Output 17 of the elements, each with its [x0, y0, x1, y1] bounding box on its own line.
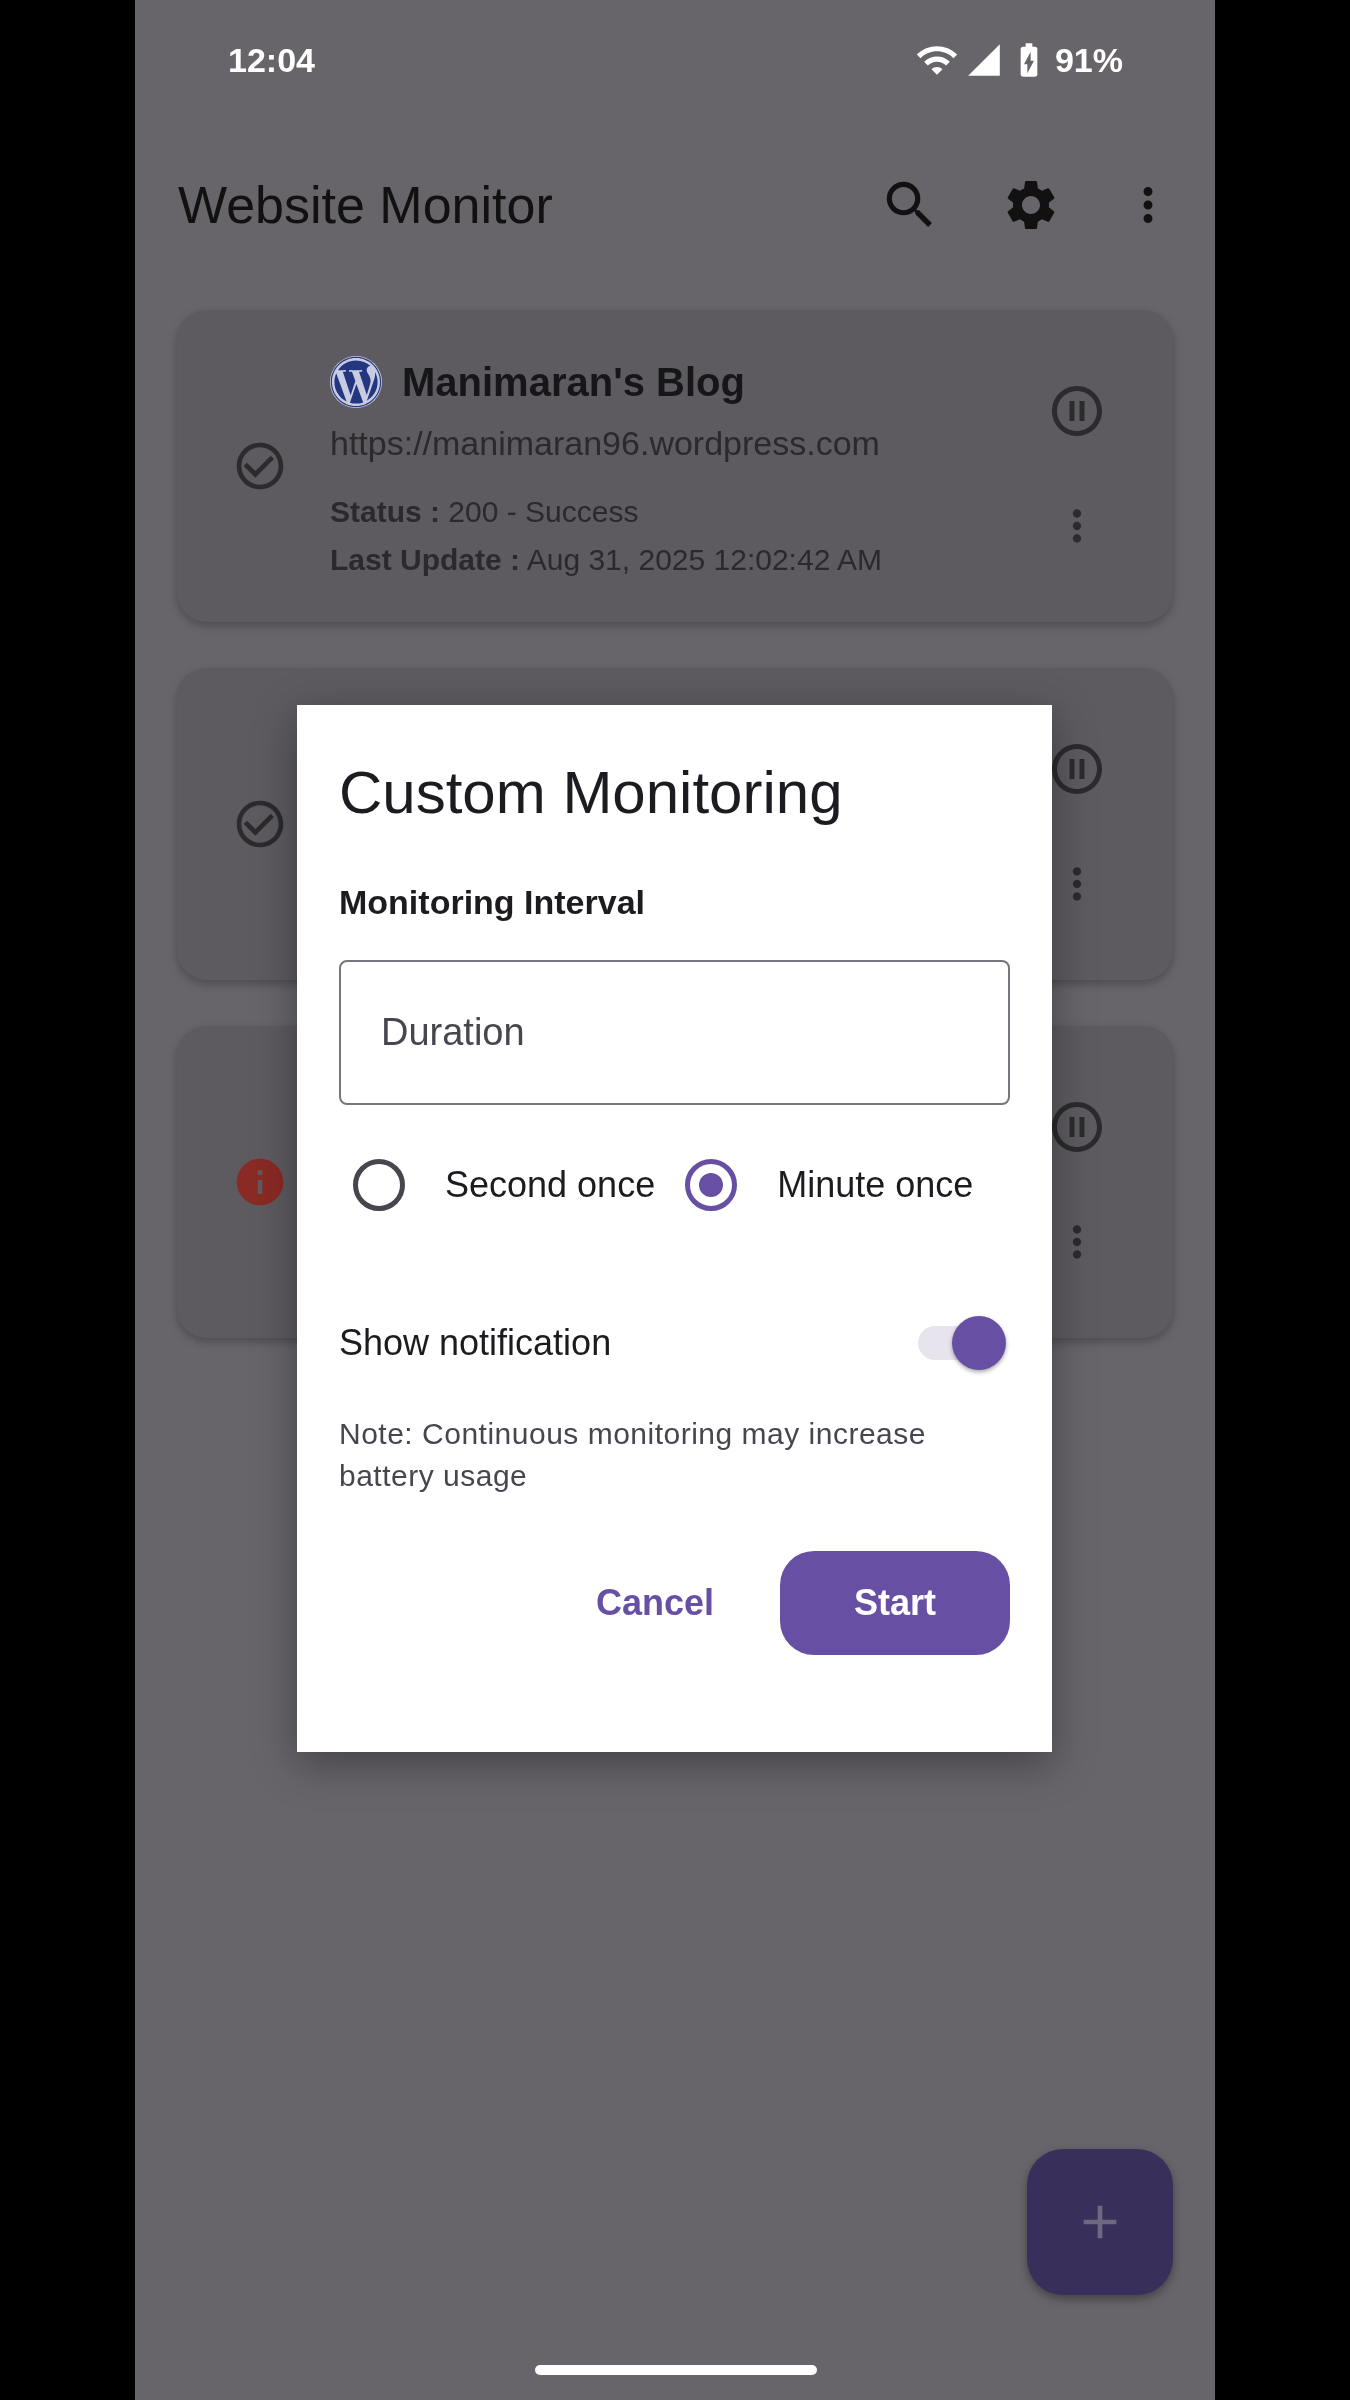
notification-label: Show notification — [339, 1321, 612, 1365]
w-logo-icon — [330, 355, 382, 408]
radio-button[interactable] — [353, 1159, 405, 1211]
note-text: Note: Continuous monitoring may increase battery usage — [339, 1416, 927, 1494]
radio-button[interactable] — [685, 1159, 738, 1211]
radio-label: Minute once — [777, 1163, 974, 1207]
battery-percent: 91% — [1054, 39, 1123, 81]
add-button[interactable] — [1027, 2149, 1173, 2295]
section-label: Monitoring Interval — [339, 882, 646, 923]
radio-label: Second once — [445, 1163, 656, 1207]
start-button[interactable]: Start — [780, 1551, 1010, 1655]
app-title: Website Monitor — [178, 175, 554, 236]
cancel-button[interactable]: Cancel — [550, 1551, 760, 1655]
status-time: 12:04 — [228, 39, 315, 81]
duration-field[interactable]: Duration — [339, 960, 1010, 1105]
site-title: Manimaran's Blog — [402, 358, 745, 406]
dialog-title: Custom Monitoring — [339, 758, 844, 828]
